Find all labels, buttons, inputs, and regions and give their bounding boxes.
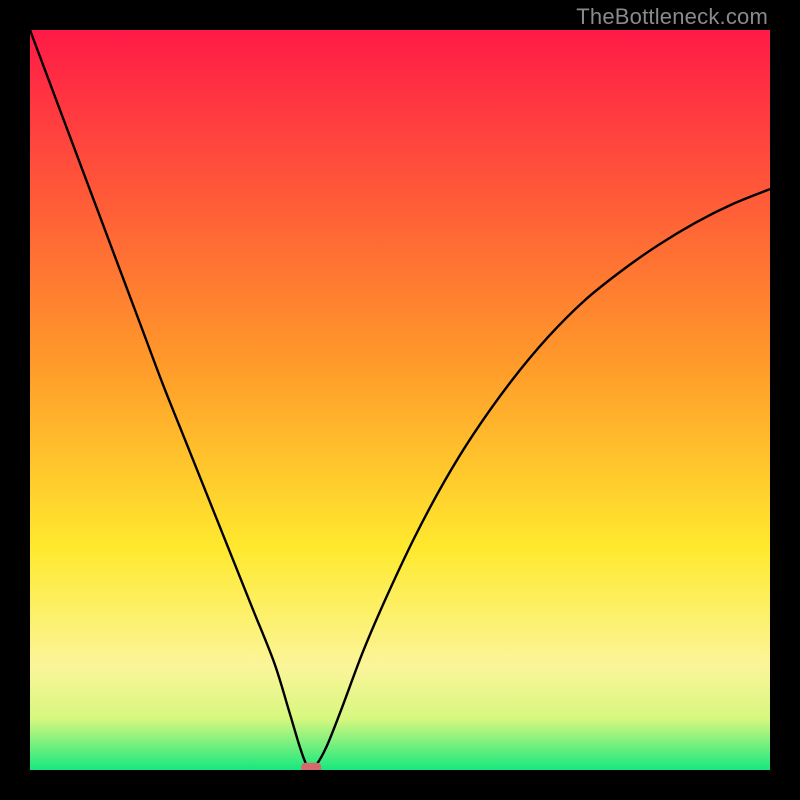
watermark-text: TheBottleneck.com xyxy=(576,4,768,30)
gradient-background xyxy=(30,30,770,770)
chart-frame xyxy=(30,30,770,770)
minimum-marker xyxy=(301,763,321,770)
bottleneck-chart xyxy=(30,30,770,770)
